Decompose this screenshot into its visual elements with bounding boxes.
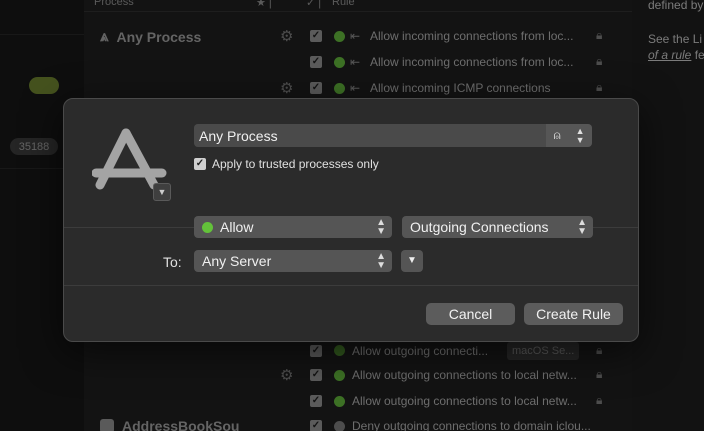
chevron-down-icon[interactable]: ▼ <box>153 183 171 201</box>
process-input[interactable] <box>194 124 546 147</box>
divider <box>64 227 194 228</box>
trusted-label: Apply to trusted processes only <box>212 157 379 171</box>
chevron-down-icon: ▼ <box>407 255 417 266</box>
process-field: ⍝ ▲▼ <box>194 124 592 147</box>
to-label: To: <box>163 254 182 270</box>
trusted-option[interactable]: ✓ Apply to trusted processes only <box>194 157 379 171</box>
person-icon[interactable]: ⍝ <box>553 128 560 143</box>
up-down-chevron-icon: ▲ ▼ <box>376 217 386 237</box>
trusted-checkbox[interactable]: ✓ <box>194 158 206 170</box>
up-down-chevron-icon: ▲ ▼ <box>577 217 587 237</box>
new-rule-dialog: ▼ ⍝ ▲▼ ✓ Apply to trusted processes only… <box>63 98 639 342</box>
allow-status-icon <box>202 222 213 233</box>
cancel-button[interactable]: Cancel <box>426 303 515 325</box>
destination-options-button[interactable]: ▼ <box>401 250 423 272</box>
divider <box>64 285 638 286</box>
up-down-chevron-icon: ▲ ▼ <box>376 251 386 271</box>
up-down-chevron-icon[interactable]: ▲ ▼ <box>576 126 585 145</box>
action-popup[interactable]: Allow ▲ ▼ <box>194 216 392 238</box>
destination-popup[interactable]: Any Server ▲ ▼ <box>194 250 392 272</box>
process-field-tools: ⍝ ▲ ▼ <box>546 124 592 147</box>
create-rule-button[interactable]: Create Rule <box>524 303 623 325</box>
divider <box>593 227 638 228</box>
direction-popup[interactable]: Outgoing Connections ▲ ▼ <box>402 216 593 238</box>
